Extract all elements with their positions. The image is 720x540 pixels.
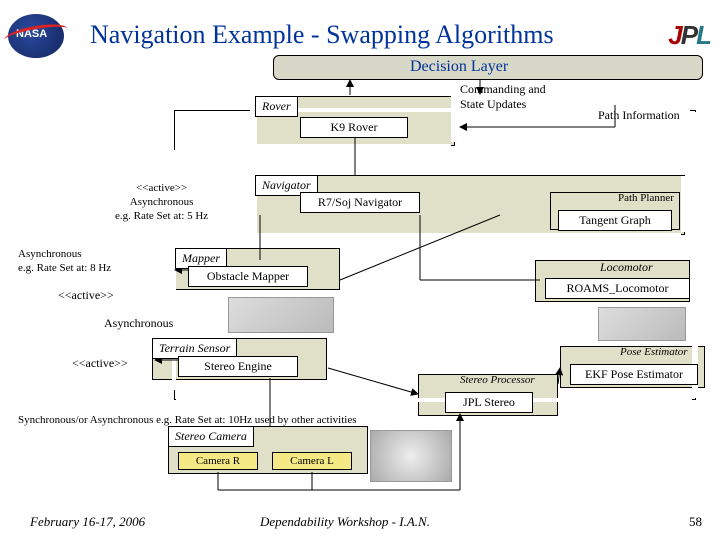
sp-label: Stereo Processor: [460, 374, 535, 386]
nav-r7: R7/Soj Navigator: [300, 192, 420, 213]
pose-label: Pose Estimator: [620, 346, 688, 358]
jpl-logo: JPL: [668, 20, 710, 51]
footer-date: February 16-17, 2006: [30, 514, 145, 530]
tangent-graph: Tangent Graph: [558, 210, 672, 231]
cam-label: Stereo Camera: [168, 426, 254, 447]
decision-layer-label: Decision Layer: [410, 58, 508, 76]
cam-note: Synchronous/or Asynchronous e.g. Rate Se…: [18, 414, 357, 428]
terrain-active: <<active>>: [72, 356, 128, 371]
map-active: <<active>>: [58, 288, 114, 303]
camera-r: Camera R: [178, 452, 258, 470]
nasa-logo: NASA: [8, 14, 64, 58]
nav-note: <<active>>Asynchronouse.g. Rate Set at: …: [115, 182, 208, 223]
rover-k9: K9 Rover: [300, 117, 408, 138]
terrain-async: Asynchronous: [104, 316, 173, 331]
rover-label: Rover: [255, 96, 298, 117]
roams-loc: ROAMS_Locomotor: [545, 278, 690, 299]
obstacle-mapper: Obstacle Mapper: [188, 266, 308, 287]
loc-label: Locomotor: [600, 260, 653, 275]
ekf-pose: EKF Pose Estimator: [570, 364, 698, 385]
stereo-engine: Stereo Engine: [178, 356, 298, 377]
footer-page: 58: [689, 514, 702, 530]
cmd-label: Commanding and State Updates: [460, 82, 546, 112]
map-note: Asynchronouse.g. Rate Set at: 8 Hz: [18, 248, 111, 276]
cam-image: [370, 430, 452, 482]
loc-image: [598, 307, 686, 341]
path-planner-label: Path Planner: [618, 192, 674, 204]
jpl-stereo: JPL Stereo: [445, 392, 533, 413]
camera-l: Camera L: [272, 452, 352, 470]
path-info-label: Path Information: [598, 108, 680, 123]
map-image: [228, 297, 334, 333]
footer-mid: Dependability Workshop - I.A.N.: [260, 514, 430, 530]
page-title: Navigation Example - Swapping Algorithms: [90, 20, 554, 50]
